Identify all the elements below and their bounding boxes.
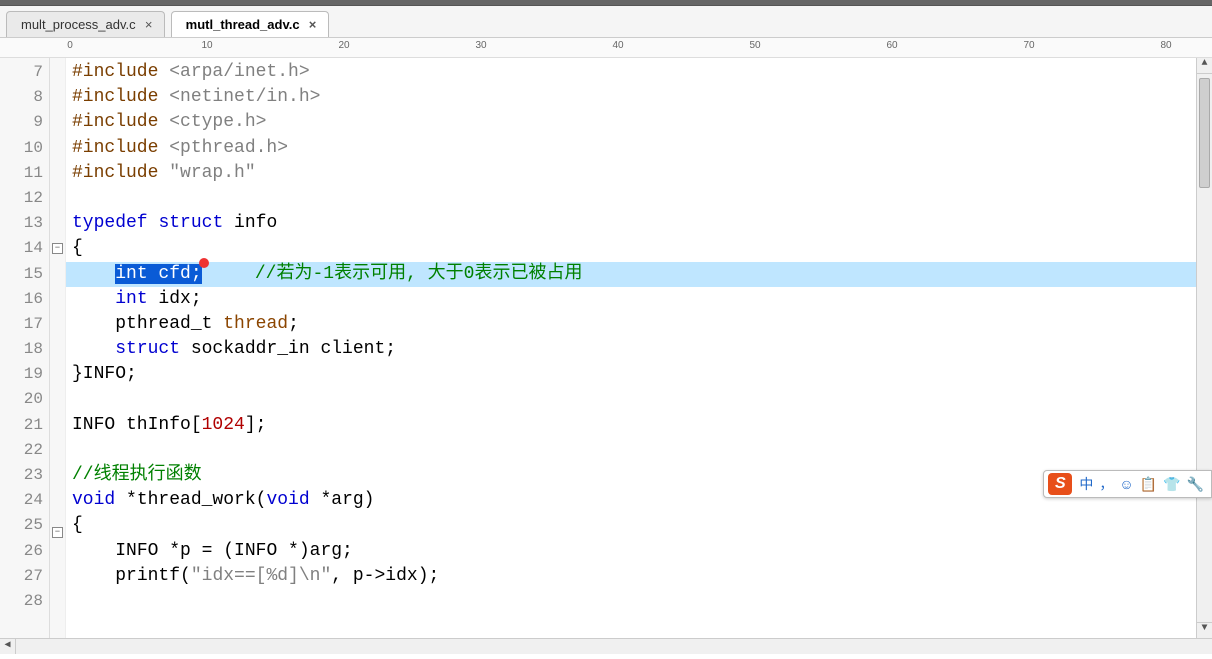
line-number: 21 bbox=[0, 413, 49, 438]
tab-label: mutl_thread_adv.c bbox=[186, 17, 300, 32]
line-number: 10 bbox=[0, 136, 49, 161]
code-line[interactable]: struct sockaddr_in client; bbox=[66, 337, 1196, 362]
ruler-mark: 50 bbox=[749, 40, 760, 51]
code-line[interactable]: #include <ctype.h> bbox=[66, 110, 1196, 135]
line-number: 20 bbox=[0, 387, 49, 412]
line-number: 13 bbox=[0, 211, 49, 236]
line-number: 23 bbox=[0, 463, 49, 488]
tab-mult-process[interactable]: mult_process_adv.c × bbox=[6, 11, 165, 37]
ruler-mark: 10 bbox=[201, 40, 212, 51]
line-number: 9 bbox=[0, 110, 49, 135]
caret-icon bbox=[199, 258, 209, 268]
fold-column: −− bbox=[50, 58, 66, 638]
scroll-thumb[interactable] bbox=[1199, 78, 1210, 188]
code-line[interactable]: int cfd; //若为-1表示可用, 大于0表示已被占用 bbox=[66, 262, 1196, 287]
ime-punct-button[interactable]: ， bbox=[1096, 473, 1116, 495]
line-number: 16 bbox=[0, 287, 49, 312]
line-number: 22 bbox=[0, 438, 49, 463]
tab-bar: mult_process_adv.c × mutl_thread_adv.c × bbox=[0, 6, 1212, 38]
ime-logo-icon[interactable]: S bbox=[1048, 473, 1072, 495]
ruler-mark: 30 bbox=[475, 40, 486, 51]
line-number: 26 bbox=[0, 539, 49, 564]
scroll-left-icon[interactable]: ◀ bbox=[0, 639, 16, 654]
code-line[interactable]: printf("idx==[%d]\n", p->idx); bbox=[66, 564, 1196, 589]
ime-toolbar[interactable]: S 中 ， ☺ 📋 👕 🔧 bbox=[1043, 470, 1212, 498]
line-number: 18 bbox=[0, 337, 49, 362]
ime-lang-button[interactable]: 中 bbox=[1076, 473, 1096, 495]
fold-toggle-icon[interactable]: − bbox=[52, 527, 63, 538]
ruler: 0 10 20 30 40 50 60 70 80 bbox=[0, 38, 1212, 58]
line-number: 27 bbox=[0, 564, 49, 589]
ruler-mark: 0 bbox=[67, 40, 73, 51]
scroll-track[interactable] bbox=[16, 639, 1212, 654]
line-number: 19 bbox=[0, 362, 49, 387]
code-line[interactable]: INFO thInfo[1024]; bbox=[66, 413, 1196, 438]
code-line[interactable]: void *thread_work(void *arg) bbox=[66, 488, 1196, 513]
line-number: 28 bbox=[0, 589, 49, 614]
ime-skin-button[interactable]: 👕 bbox=[1160, 473, 1183, 495]
scroll-track[interactable] bbox=[1197, 74, 1212, 622]
code-line[interactable] bbox=[66, 186, 1196, 211]
code-line[interactable]: int idx; bbox=[66, 287, 1196, 312]
code-line[interactable]: { bbox=[66, 236, 1196, 261]
code-line[interactable] bbox=[66, 387, 1196, 412]
ruler-mark: 80 bbox=[1160, 40, 1171, 51]
line-number: 17 bbox=[0, 312, 49, 337]
code-line[interactable]: typedef struct info bbox=[66, 211, 1196, 236]
code-line[interactable]: #include <netinet/in.h> bbox=[66, 85, 1196, 110]
line-number: 11 bbox=[0, 161, 49, 186]
tab-mutl-thread[interactable]: mutl_thread_adv.c × bbox=[171, 11, 329, 37]
horizontal-scrollbar[interactable]: ◀ bbox=[0, 638, 1212, 654]
tab-label: mult_process_adv.c bbox=[21, 17, 136, 32]
code-line[interactable]: }INFO; bbox=[66, 362, 1196, 387]
scroll-up-icon[interactable]: ▲ bbox=[1197, 58, 1212, 74]
line-number: 7 bbox=[0, 60, 49, 85]
code-line[interactable]: #include <arpa/inet.h> bbox=[66, 60, 1196, 85]
vertical-scrollbar[interactable]: ▲ ▼ bbox=[1196, 58, 1212, 638]
line-number: 12 bbox=[0, 186, 49, 211]
ime-emoji-button[interactable]: ☺ bbox=[1116, 473, 1136, 495]
code-line[interactable]: //线程执行函数 bbox=[66, 463, 1196, 488]
code-line[interactable]: INFO *p = (INFO *)arg; bbox=[66, 539, 1196, 564]
close-icon[interactable]: × bbox=[142, 18, 156, 32]
line-number-gutter: 7891011121314151617181920212223242526272… bbox=[0, 58, 50, 638]
ime-settings-button[interactable]: 🔧 bbox=[1184, 473, 1207, 495]
line-number: 15 bbox=[0, 262, 49, 287]
scroll-down-icon[interactable]: ▼ bbox=[1197, 622, 1212, 638]
line-number: 25 bbox=[0, 513, 49, 538]
close-icon[interactable]: × bbox=[306, 18, 320, 32]
selection: int cfd; bbox=[115, 264, 201, 284]
code-line[interactable]: { bbox=[66, 513, 1196, 538]
code-line[interactable]: #include <pthread.h> bbox=[66, 136, 1196, 161]
ruler-mark: 70 bbox=[1023, 40, 1034, 51]
ruler-mark: 60 bbox=[886, 40, 897, 51]
line-number: 8 bbox=[0, 85, 49, 110]
ruler-mark: 40 bbox=[612, 40, 623, 51]
code-line[interactable]: pthread_t thread; bbox=[66, 312, 1196, 337]
code-line[interactable]: #include "wrap.h" bbox=[66, 161, 1196, 186]
fold-toggle-icon[interactable]: − bbox=[52, 243, 63, 254]
line-number: 24 bbox=[0, 488, 49, 513]
line-number: 14 bbox=[0, 236, 49, 261]
code-line[interactable] bbox=[66, 438, 1196, 463]
ruler-mark: 20 bbox=[338, 40, 349, 51]
ime-clipboard-button[interactable]: 📋 bbox=[1137, 473, 1160, 495]
editor: 7891011121314151617181920212223242526272… bbox=[0, 58, 1212, 638]
code-line[interactable] bbox=[66, 589, 1196, 614]
code-area[interactable]: #include <arpa/inet.h>#include <netinet/… bbox=[66, 58, 1196, 638]
